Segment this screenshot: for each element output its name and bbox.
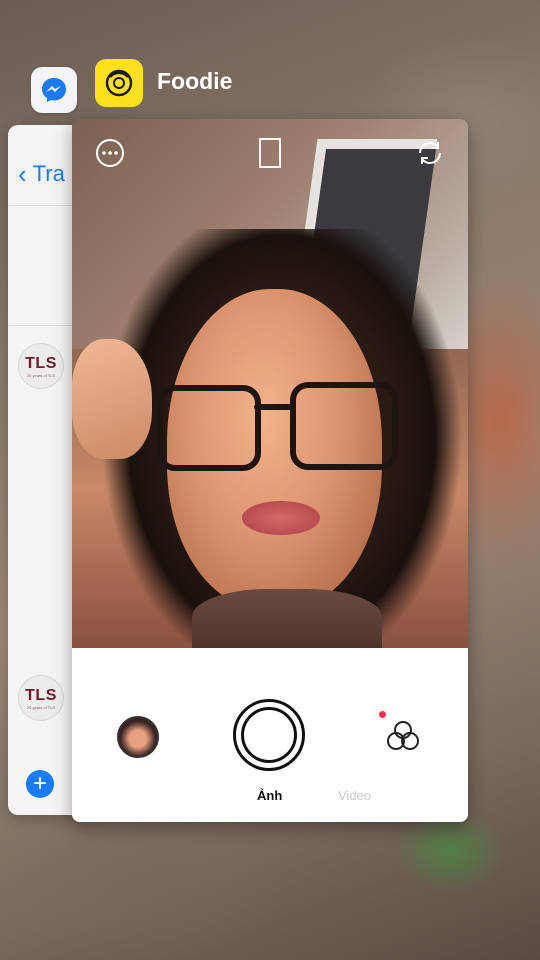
- mode-photo-tab[interactable]: Ảnh: [257, 788, 282, 803]
- app-name-label: Foodie: [157, 68, 233, 94]
- avatar[interactable]: TLS 20 years of TLS: [18, 675, 64, 721]
- switch-camera-icon[interactable]: [414, 137, 446, 169]
- gallery-thumbnail[interactable]: [117, 716, 159, 758]
- subject-shirt: [192, 589, 382, 648]
- mode-video-tab[interactable]: Video: [338, 788, 371, 803]
- back-button[interactable]: ‹ Tra: [18, 161, 65, 187]
- back-label: Tra: [32, 161, 65, 186]
- plus-icon[interactable]: +: [26, 770, 54, 798]
- chevron-left-icon: ‹: [18, 159, 27, 189]
- subject-hand: [72, 339, 152, 459]
- more-icon[interactable]: [94, 137, 126, 169]
- shutter-icon: [241, 707, 297, 763]
- messenger-icon[interactable]: [31, 67, 77, 113]
- shutter-button[interactable]: [233, 699, 305, 771]
- filter-icon[interactable]: [382, 716, 424, 758]
- glasses-bridge: [254, 404, 292, 410]
- subject-lips: [242, 501, 320, 535]
- avatar-subtext: 20 years of TLS: [26, 704, 56, 710]
- foodie-app-card[interactable]: Ảnh Video: [72, 119, 468, 822]
- camera-controls: Ảnh Video: [72, 648, 468, 822]
- glasses-right-lens: [290, 382, 398, 470]
- avatar-text: TLS: [25, 686, 57, 704]
- glasses-left-lens: [157, 385, 261, 471]
- avatar-text: TLS: [25, 354, 57, 372]
- foodie-icon[interactable]: [95, 59, 143, 107]
- aspect-ratio-icon[interactable]: [254, 137, 286, 169]
- camera-viewfinder[interactable]: [72, 119, 468, 648]
- avatar-subtext: 20 years of TLS: [26, 372, 56, 378]
- avatar[interactable]: TLS 20 years of TLS: [18, 343, 64, 389]
